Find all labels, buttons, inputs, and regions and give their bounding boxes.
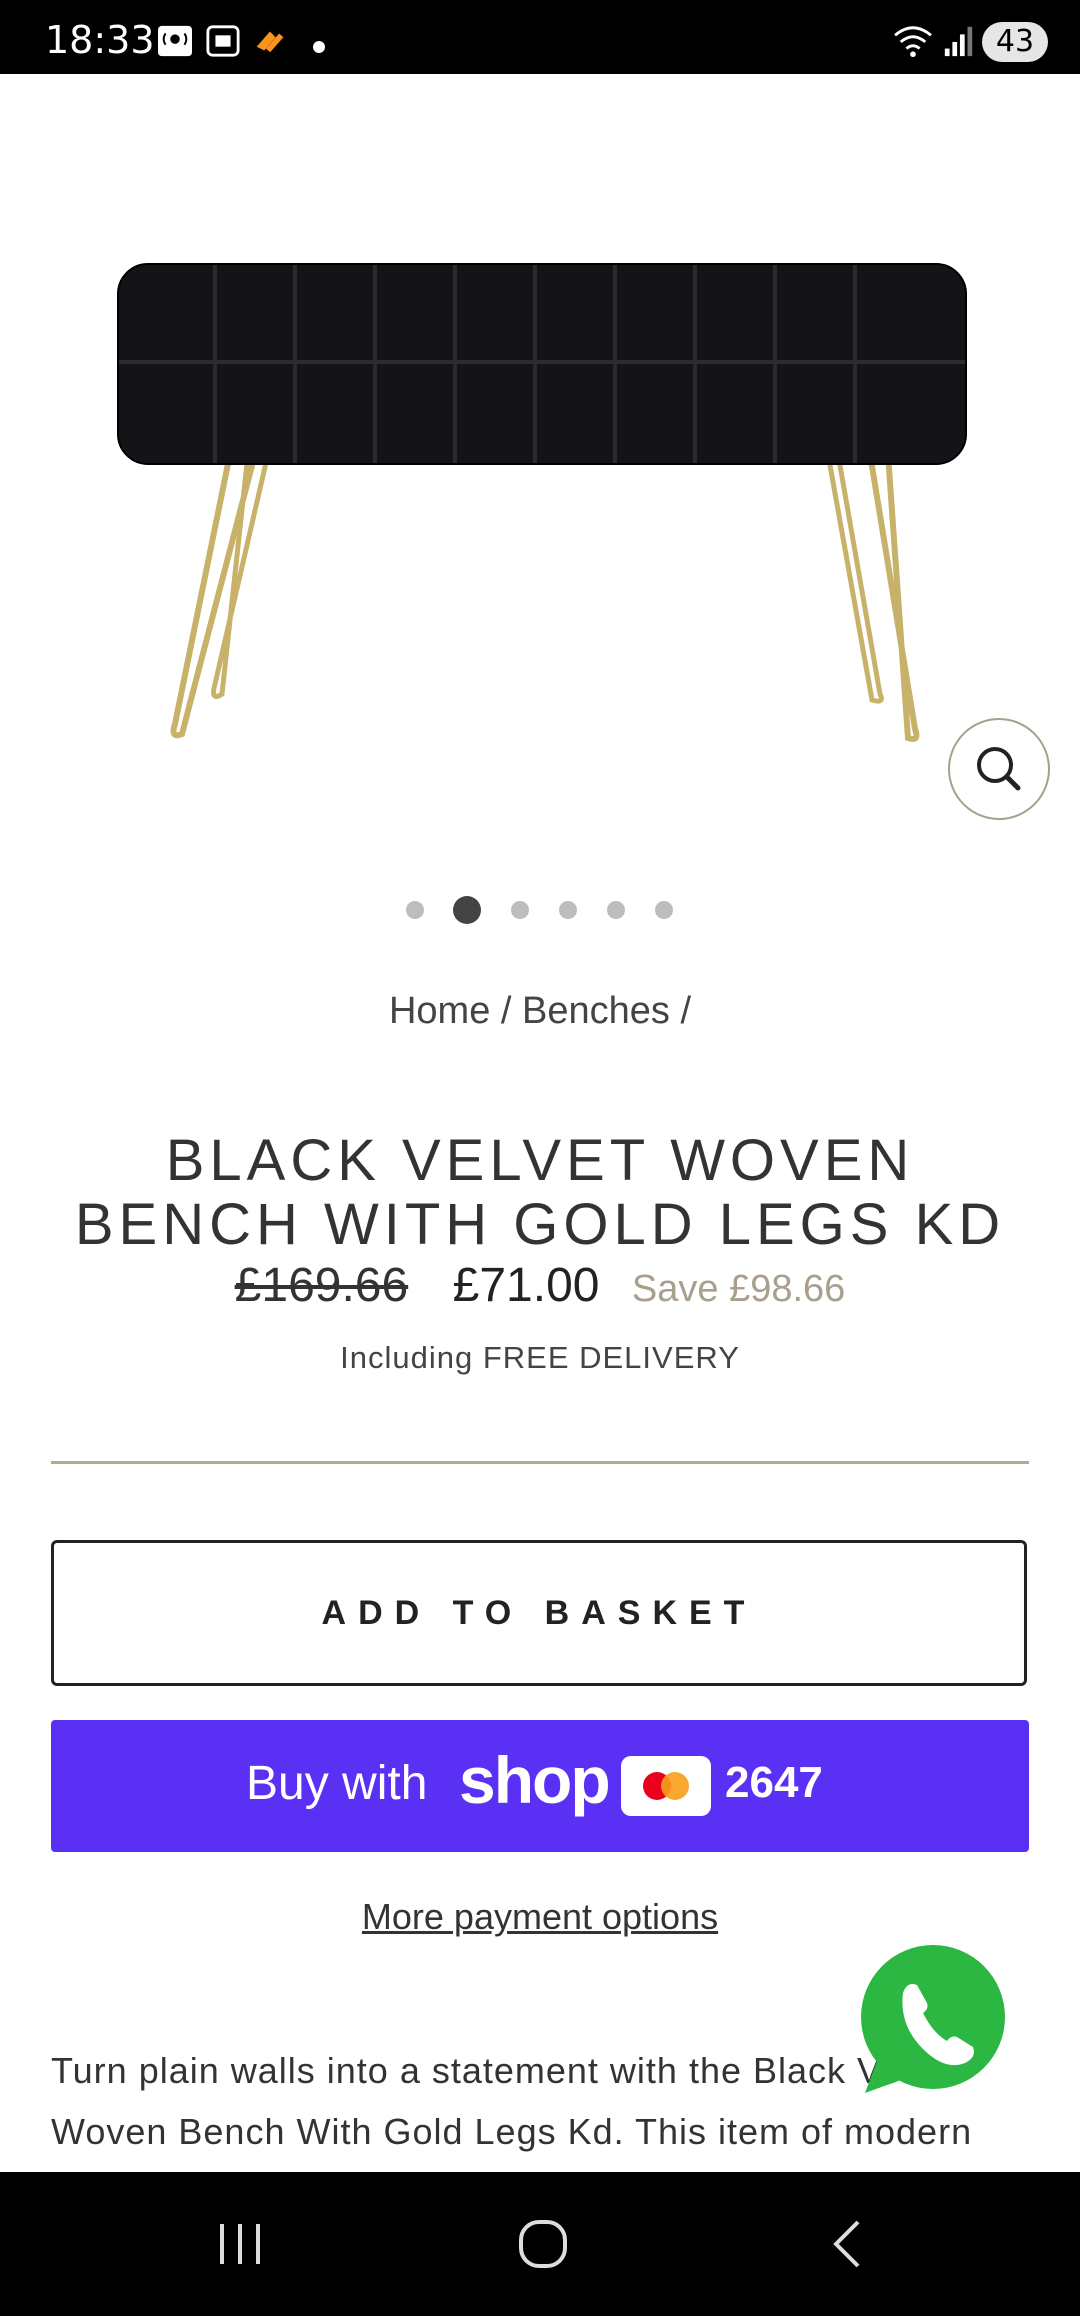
whatsapp-icon [861,1945,1005,2093]
signal-icon [944,26,973,57]
gallery-dot-active[interactable] [453,896,481,924]
current-price: £71.00 [452,1259,600,1312]
divider [51,1461,1029,1464]
gallery-dot[interactable] [655,901,673,919]
status-bar: 18:33 43 [0,0,1080,74]
old-price: £169.66 [234,1259,409,1312]
mastercard-icon [621,1756,711,1816]
gallery-dot[interactable] [559,901,577,919]
product-title: BLACK VELVET WOVEN BENCH WITH GOLD LEGS … [74,1127,1006,1257]
breadcrumb[interactable]: Home / Benches / [0,990,1080,1033]
wifi-icon [894,26,932,58]
price-row: £169.66 £71.00 Save £98.66 [0,1258,1080,1313]
back-icon[interactable] [818,2214,878,2274]
gallery-dots [0,896,1080,926]
gallery-dot[interactable] [607,901,625,919]
savings-label: Save £98.66 [631,1268,846,1310]
gallery-dot[interactable] [511,901,529,919]
product-image[interactable] [0,74,1080,854]
recent-apps-icon[interactable] [210,2214,270,2274]
gallery-dot[interactable] [406,901,424,919]
delivery-note: Including FREE DELIVERY [340,1340,740,1375]
dot-icon [313,41,325,53]
home-icon[interactable] [513,2214,573,2274]
whatsapp-button[interactable] [855,1945,1005,2095]
app-icon [256,31,284,53]
zoom-button[interactable] [948,718,1050,820]
buy-with-shop-button[interactable]: Buy with shop 2647 [51,1720,1029,1852]
add-to-basket-button[interactable]: ADD TO BASKET [51,1540,1027,1686]
card-last-digits: 2647 [725,1758,823,1807]
screenshot-icon [206,25,240,57]
battery-indicator: 43 [982,22,1048,62]
shop-logo: shop [459,1743,611,1817]
buy-with-label: Buy with [246,1757,428,1810]
more-payment-options-link[interactable]: More payment options [0,1896,1080,1938]
podcast-icon [158,25,192,57]
status-time: 18:33 [45,18,155,62]
system-navigation-bar [0,2172,1080,2316]
search-icon [977,747,1021,791]
bench-illustration [117,263,967,742]
